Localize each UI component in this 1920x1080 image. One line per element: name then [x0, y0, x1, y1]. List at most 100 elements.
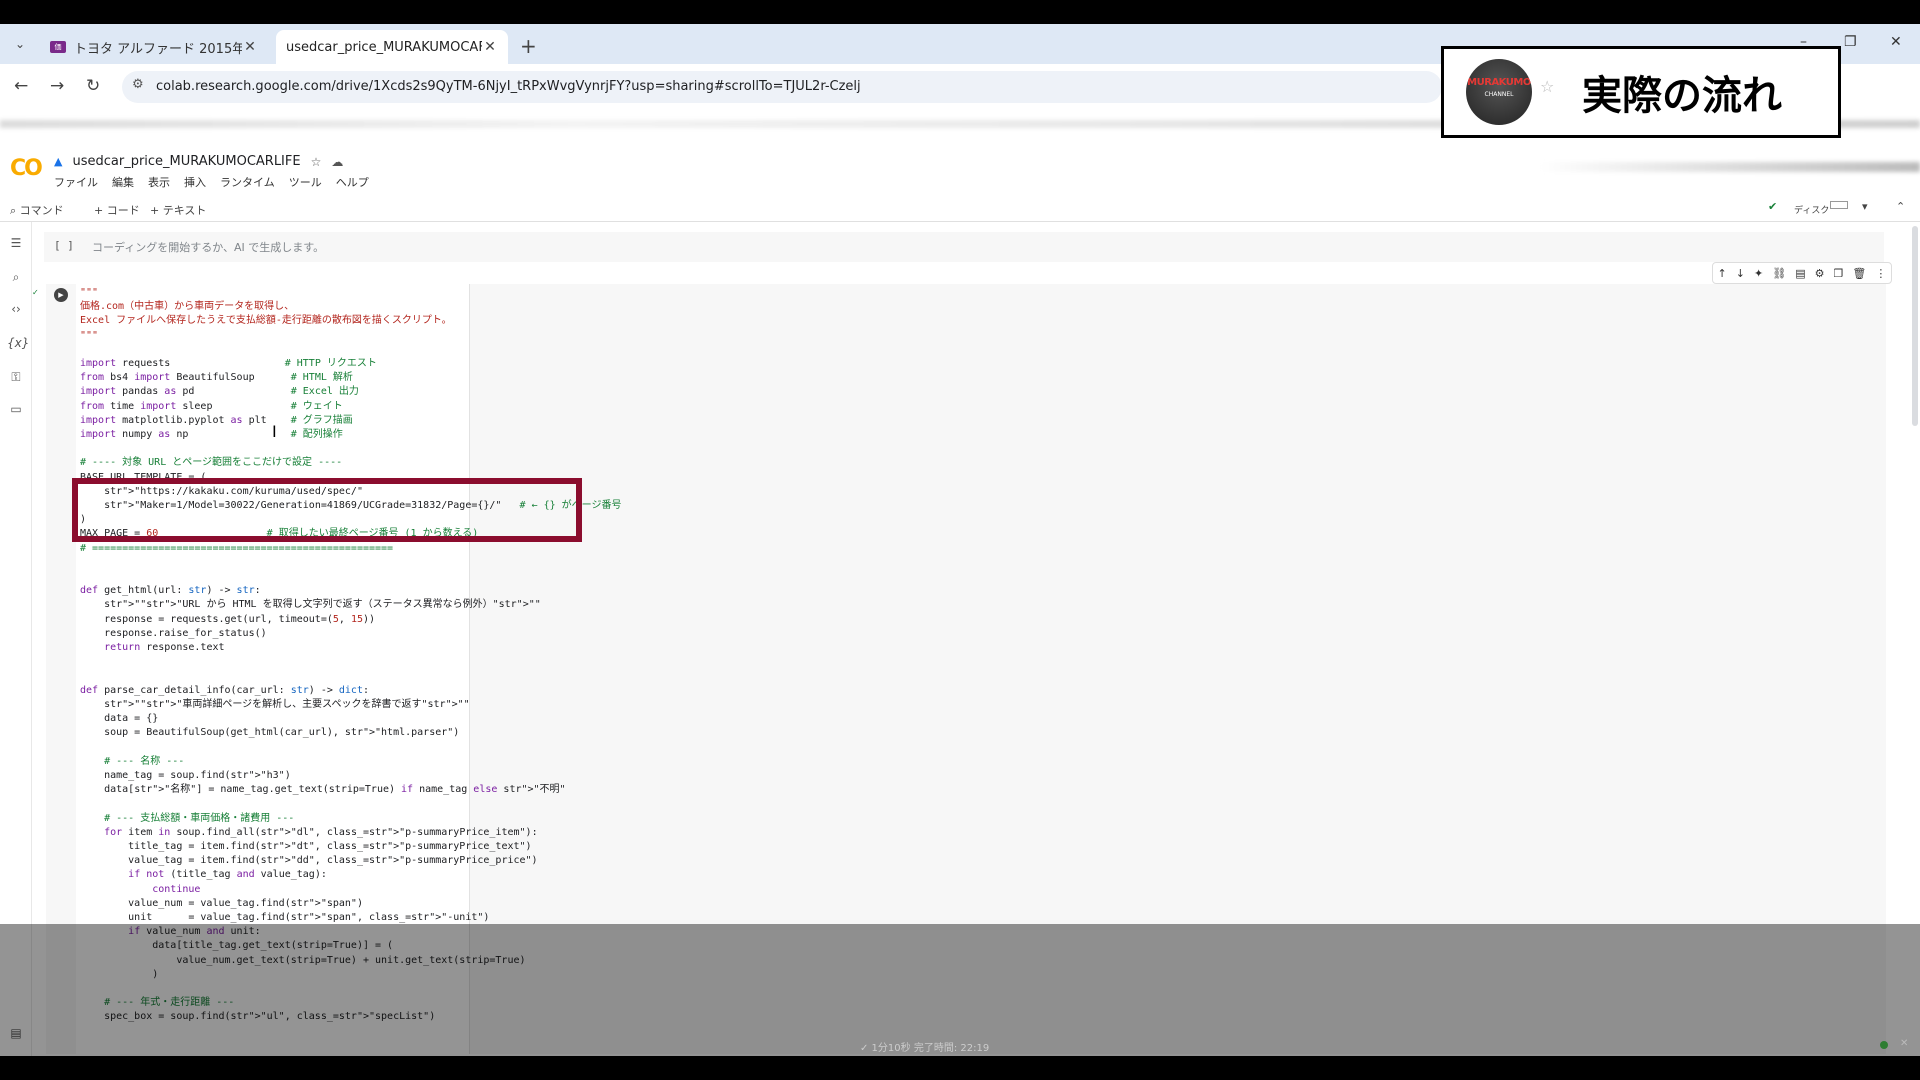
code-line[interactable]: 価格.com（中古車）から車両データを取得し、: [80, 300, 621, 314]
tab-kakaku[interactable]: 価 トヨタ アルファード 2015年モデル ハ ✕: [40, 30, 268, 64]
tab-search-icon[interactable]: ⌄: [10, 34, 30, 54]
scroll-thumb[interactable]: [1912, 226, 1918, 426]
menu-insert[interactable]: 挿入: [184, 174, 206, 190]
menu-runtime[interactable]: ランタイム: [220, 174, 275, 190]
code-line[interactable]: from time import sleep # ウェイト: [80, 400, 621, 414]
code-line[interactable]: for item in soup.find_all(str">"dl", cla…: [80, 826, 621, 840]
menu-file[interactable]: ファイル: [54, 174, 98, 190]
more-vert-icon[interactable]: ⋮: [1875, 267, 1886, 280]
add-text-button[interactable]: + テキスト: [150, 202, 206, 218]
code-line[interactable]: [80, 741, 621, 755]
find-icon[interactable]: ⌕: [7, 268, 25, 286]
code-line[interactable]: str">"Maker=1/Model=30022/Generation=418…: [80, 499, 621, 513]
code-line[interactable]: [80, 669, 621, 683]
folder-icon[interactable]: ▭: [7, 400, 25, 418]
code-line[interactable]: continue: [80, 883, 621, 897]
star-icon[interactable]: ☆: [311, 155, 322, 169]
code-line[interactable]: import numpy as np # 配列操作: [80, 428, 621, 442]
code-line[interactable]: import requests # HTTP リクエスト: [80, 357, 621, 371]
code-line[interactable]: if not (title_tag and value_tag):: [80, 868, 621, 882]
variables-icon[interactable]: {x}: [7, 334, 29, 352]
settings-gear-icon[interactable]: ⚙: [1815, 267, 1825, 280]
code-line[interactable]: response.raise_for_status(): [80, 627, 621, 641]
chevron-up-icon[interactable]: ⌃: [1896, 200, 1905, 213]
secrets-key-icon[interactable]: ⚿: [7, 368, 25, 386]
notebook-title[interactable]: usedcar_price_MURAKUMOCARLIFE: [72, 154, 300, 169]
status-close-icon[interactable]: ✕: [1900, 1038, 1908, 1049]
close-icon[interactable]: ✕: [242, 39, 258, 55]
cell-toolbar: ↑ ↓ ✦ ⛓ ▤ ⚙ ❐ 🗑 ⋮: [1712, 262, 1892, 284]
mirror-cell-icon[interactable]: ❐: [1834, 267, 1844, 280]
code-line[interactable]: [80, 442, 621, 456]
forward-arrow-icon[interactable]: →: [50, 76, 64, 96]
code-line[interactable]: response = requests.get(url, timeout=(5,…: [80, 613, 621, 627]
colab-logo-icon[interactable]: CO: [10, 156, 43, 181]
link-icon[interactable]: ⛓: [1772, 267, 1786, 280]
code-line[interactable]: # --- 名称 ---: [80, 755, 621, 769]
disk-label[interactable]: ディスク: [1794, 203, 1829, 216]
chevron-down-icon[interactable]: ▾: [1862, 200, 1868, 213]
empty-code-cell[interactable]: [ ] コーディングを開始するか、AI で生成します。: [44, 232, 1884, 262]
code-line[interactable]: Excel ファイルへ保存したうえで支払総額-走行距離の散布図を描くスクリプト。: [80, 314, 621, 328]
move-down-icon[interactable]: ↓: [1736, 267, 1745, 280]
reload-icon[interactable]: ↻: [86, 76, 100, 96]
code-snippets-icon[interactable]: ‹›: [7, 300, 25, 318]
caption-overlay: MURAKUMO CHANNEL ☆ 実際の流れ: [1441, 46, 1841, 138]
add-code-button[interactable]: + コード: [94, 202, 140, 218]
code-line[interactable]: # --- 支払総額・車両価格・諸費用 ---: [80, 812, 621, 826]
code-line[interactable]: soup = BeautifulSoup(get_html(car_url), …: [80, 726, 621, 740]
code-line[interactable]: def parse_car_detail_info(car_url: str) …: [80, 684, 621, 698]
code-text[interactable]: """ 価格.com（中古車）から車両データを取得し、 Excel ファイルへ保存し…: [80, 286, 621, 1025]
code-line[interactable]: [80, 655, 621, 669]
code-line[interactable]: value_num = value_tag.find(str">"span"): [80, 897, 621, 911]
code-line[interactable]: name_tag = soup.find(str">"h3"): [80, 769, 621, 783]
code-line[interactable]: BASE_URL_TEMPLATE = (: [80, 471, 621, 485]
code-line[interactable]: title_tag = item.find(str">"dt", class_=…: [80, 840, 621, 854]
code-line[interactable]: str">""str">"URL から HTML を取得し文字列で返す（ステータ…: [80, 598, 621, 612]
code-line[interactable]: [80, 570, 621, 584]
code-line[interactable]: def get_html(url: str) -> str:: [80, 584, 621, 598]
move-up-icon[interactable]: ↑: [1718, 267, 1727, 280]
code-line[interactable]: ): [80, 513, 621, 527]
code-line[interactable]: [80, 797, 621, 811]
code-line[interactable]: MAX_PAGE = 60 # 取得したい最終ページ番号 (1 から数える): [80, 527, 621, 541]
code-line[interactable]: unit = value_tag.find(str">"span", class…: [80, 911, 621, 925]
code-line[interactable]: import matplotlib.pyplot as plt # グラフ描画: [80, 414, 621, 428]
code-line[interactable]: data[str">"名称"] = name_tag.get_text(stri…: [80, 783, 621, 797]
code-line[interactable]: # ======================================…: [80, 542, 621, 556]
restore-icon[interactable]: ❐: [1844, 34, 1857, 50]
code-line[interactable]: import pandas as pd # Excel 出力: [80, 385, 621, 399]
empty-cell-placeholder[interactable]: コーディングを開始するか、AI で生成します。: [92, 239, 324, 255]
site-settings-icon[interactable]: ⚙: [132, 77, 144, 92]
delete-trash-icon[interactable]: 🗑: [1852, 267, 1866, 280]
code-line[interactable]: [80, 556, 621, 570]
back-arrow-icon[interactable]: ←: [14, 76, 28, 96]
code-line[interactable]: str">""str">"車両詳細ページを解析し、主要スペックを辞書で返す"st…: [80, 698, 621, 712]
comment-icon[interactable]: ▤: [1795, 267, 1805, 280]
tab-colab[interactable]: CO usedcar_price_MURAKUMOCAF ✕: [276, 30, 508, 64]
command-search-button[interactable]: ⌕ コマンド: [10, 202, 64, 218]
menu-help[interactable]: ヘルプ: [336, 174, 369, 190]
kakaku-favicon-icon: 価: [50, 41, 66, 53]
code-line[interactable]: data = {}: [80, 712, 621, 726]
code-line[interactable]: value_tag = item.find(str">"dd", class_=…: [80, 854, 621, 868]
menu-edit[interactable]: 編集: [112, 174, 134, 190]
ai-sparkle-icon[interactable]: ✦: [1754, 267, 1763, 280]
code-line[interactable]: """: [80, 286, 621, 300]
close-icon[interactable]: ✕: [482, 39, 498, 55]
code-line[interactable]: [80, 343, 621, 357]
letterbox-bottom: [0, 1056, 1920, 1080]
text-cursor-icon: I: [272, 422, 277, 441]
code-line[interactable]: from bs4 import BeautifulSoup # HTML 解析: [80, 371, 621, 385]
menu-tools[interactable]: ツール: [289, 174, 322, 190]
code-line[interactable]: # ---- 対象 URL とページ範囲をここだけで設定 ----: [80, 456, 621, 470]
code-line[interactable]: str">"https://kakaku.com/kuruma/used/spe…: [80, 485, 621, 499]
run-cell-button[interactable]: ▶: [54, 288, 68, 302]
toc-list-icon[interactable]: ☰: [7, 234, 25, 252]
code-line[interactable]: return response.text: [80, 641, 621, 655]
window-close-icon[interactable]: ✕: [1890, 34, 1902, 50]
new-tab-plus-icon[interactable]: +: [520, 34, 537, 58]
code-line[interactable]: """: [80, 329, 621, 343]
menu-view[interactable]: 表示: [148, 174, 170, 190]
address-bar[interactable]: ⚙ colab.research.google.com/drive/1Xcds2…: [122, 71, 1442, 103]
